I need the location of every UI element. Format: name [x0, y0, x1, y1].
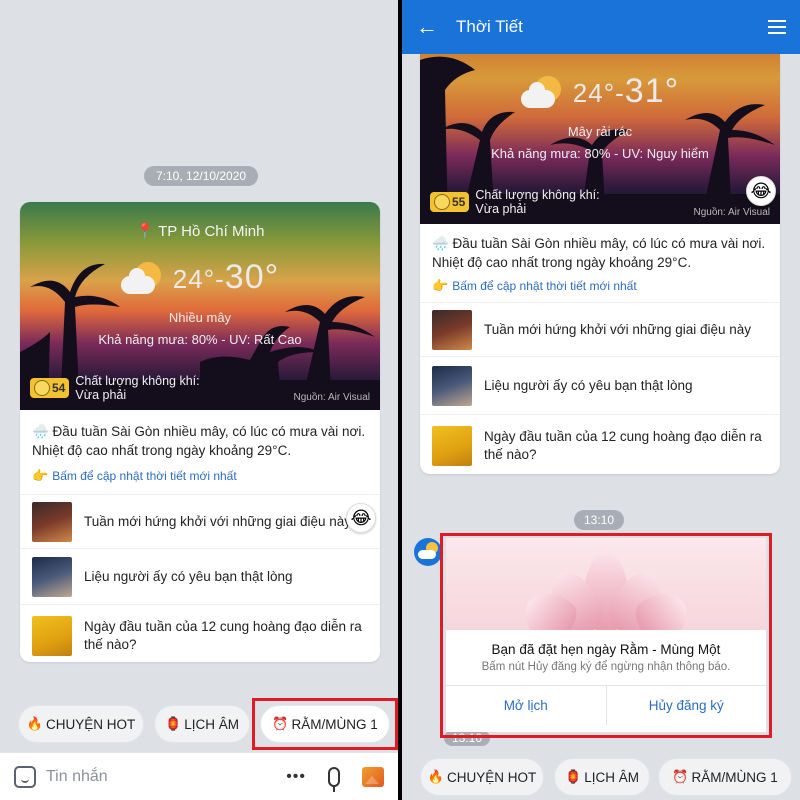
news-text: 🌧️ Đầu tuần Sài Gòn nhiều mây, có lúc có… [32, 424, 366, 458]
chip-lich-am[interactable]: 🏮 LỊCH ÂM [554, 758, 650, 796]
source-label: Nguồn: Air Visual [693, 207, 770, 218]
list-item[interactable]: Liệu người ấy có yêu bạn thật lòng [420, 356, 780, 414]
aq-label: Chất lượng không khí: [75, 374, 200, 388]
temp-low: 24° [172, 264, 216, 294]
weather-card: 📍 TP Hồ Chí Minh 24°-30° Nhiều mây Khả n… [20, 202, 380, 662]
face-icon [34, 380, 50, 396]
chip-ram-mung-1[interactable]: ⏰ RẰM/MÙNG 1 [658, 758, 792, 796]
fire-icon: 🔥 [427, 769, 444, 784]
lantern-icon: 🏮 [565, 769, 582, 784]
chip-chuyen-hot[interactable]: 🔥 CHUYỆN HOT [18, 705, 144, 743]
chip-lich-am[interactable]: 🏮 LỊCH ÂM [154, 705, 250, 743]
weather-card: 24°-31° Mây rải rác Khả năng mưa: 80% - … [420, 30, 780, 474]
thumbnail [32, 501, 72, 542]
temp-high: 31° [624, 72, 680, 110]
microphone-icon[interactable] [328, 766, 340, 792]
list-item[interactable]: Tuần mới hứng khởi với những giai điệu n… [20, 494, 380, 548]
news-text: 🌧️ Đầu tuần Sài Gòn nhiều mây, có lúc có… [432, 236, 766, 270]
thumbnail [32, 615, 72, 656]
highlight-box [252, 698, 398, 750]
pointing-hand-icon: 👉 [32, 468, 49, 483]
aq-badge: 54 [30, 378, 70, 398]
face-icon [434, 194, 450, 210]
source-label: Nguồn: Air Visual [293, 392, 370, 403]
left-chat-screen: 7:10, 12/10/2020 📍 TP Hồ Chí Minh 24°-30… [0, 0, 398, 800]
fire-icon: 🔥 [26, 716, 43, 731]
right-weather-screen: 24°-31° Mây rải rác Khả năng mưa: 80% - … [402, 0, 800, 800]
lantern-icon: 🏮 [165, 716, 182, 731]
partly-cloudy-icon [520, 74, 565, 110]
photo-icon[interactable] [362, 766, 384, 787]
more-icon[interactable]: ••• [286, 768, 306, 786]
app-header: ← Thời Tiết [402, 0, 800, 54]
temperature-row: 24°-30° [20, 258, 380, 297]
partly-cloudy-icon [120, 260, 165, 296]
aq-label: Chất lượng không khí: [475, 188, 600, 202]
list-item[interactable]: Liệu người ấy có yêu bạn thật lòng [20, 548, 380, 604]
temp-low: 24° [572, 78, 616, 108]
air-quality: 54 Chất lượng không khí: Vừa phải [30, 374, 200, 402]
aq-status: Vừa phải [75, 388, 127, 402]
update-weather-link[interactable]: 👉 Bấm để cập nhật thời tiết mới nhất [20, 466, 380, 486]
reaction-emoji-button[interactable]: 😂 [346, 503, 376, 533]
rain-uv-label: Khả năng mưa: 80% - UV: Rất Cao [98, 332, 302, 347]
update-weather-link[interactable]: 👉 Bấm để cập nhật thời tiết mới nhất [420, 276, 780, 296]
list-item[interactable]: Ngày đầu tuần của 12 cung hoàng đạo diễn… [420, 414, 780, 474]
condition-label: Nhiều mây [168, 310, 232, 325]
bot-avatar[interactable] [414, 538, 442, 566]
header-title: Thời Tiết [456, 17, 523, 36]
location-label: 📍 TP Hồ Chí Minh [135, 223, 265, 240]
weather-banner[interactable]: 📍 TP Hồ Chí Minh 24°-30° Nhiều mây Khả n… [20, 202, 380, 410]
alarm-clock-icon: ⏰ [672, 769, 689, 784]
reaction-emoji-button[interactable]: 😂 [746, 176, 776, 206]
list-item[interactable]: Tuần mới hứng khởi với những giai điệu n… [420, 302, 780, 356]
aq-badge: 55 [430, 192, 470, 212]
aq-status: Vừa phải [475, 202, 527, 216]
thumbnail [432, 365, 472, 406]
thumbnail [432, 309, 472, 350]
thumbnail [432, 425, 472, 466]
timestamp-pill: 7:10, 12/10/2020 [144, 166, 259, 186]
weather-banner[interactable]: 24°-31° Mây rải rác Khả năng mưa: 80% - … [420, 30, 780, 224]
thumbnail [32, 556, 72, 597]
pin-icon: 📍 [135, 223, 159, 240]
list-item[interactable]: Ngày đầu tuần của 12 cung hoàng đạo diễn… [20, 604, 380, 662]
back-arrow-icon[interactable]: ← [416, 14, 438, 40]
chip-chuyen-hot[interactable]: 🔥 CHUYỆN HOT [420, 758, 544, 796]
highlight-box [440, 533, 772, 738]
message-input[interactable]: Tin nhắn [46, 768, 286, 786]
pointing-hand-icon: 👉 [432, 278, 449, 293]
temp-high: 30° [224, 258, 280, 296]
air-quality: 55 Chất lượng không khí: Vừa phải [430, 188, 600, 216]
rain-uv-label: Khả năng mưa: 80% - UV: Nguy hiểm [491, 146, 709, 161]
temperature-row: 24°-31° [420, 72, 780, 111]
timestamp-pill: 13:10 [574, 510, 625, 530]
menu-icon[interactable] [768, 20, 786, 34]
sticker-icon[interactable] [14, 765, 36, 788]
condition-label: Mây rải rác [567, 124, 633, 139]
message-input-bar: Tin nhắn ••• [0, 752, 398, 800]
